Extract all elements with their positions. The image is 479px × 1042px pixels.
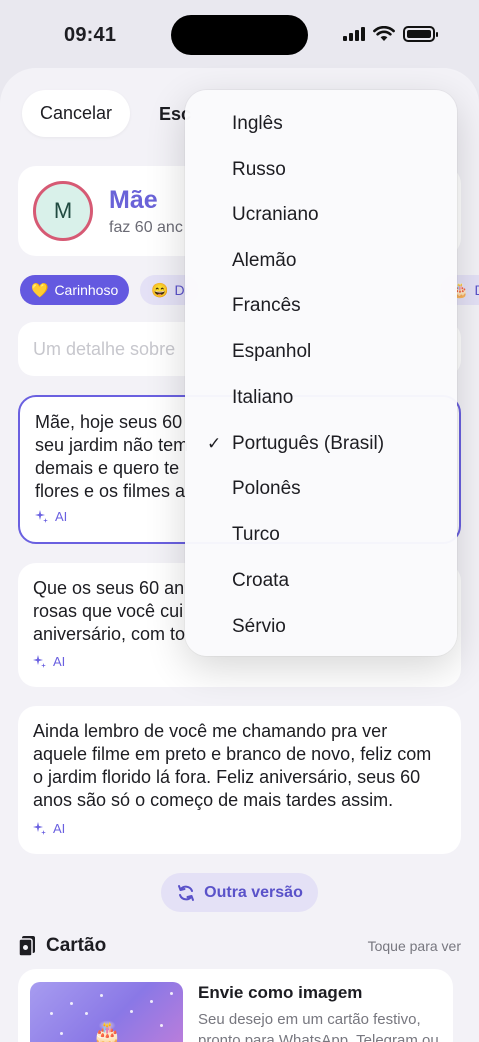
- recipient-subtitle: faz 60 anc: [109, 219, 183, 236]
- sparkle-icon: [33, 655, 46, 668]
- card-deck-icon: [18, 936, 35, 957]
- status-bar: 09:41: [0, 0, 479, 70]
- wish-text-line: anos são só o começo de mais tardes assi…: [33, 790, 394, 810]
- language-option[interactable]: Sérvio: [185, 604, 457, 650]
- sparkle-icon: [33, 822, 46, 835]
- card-section-title: Cartão: [46, 935, 107, 956]
- language-option-selected[interactable]: ✓ Português (Brasil): [185, 421, 457, 467]
- language-option[interactable]: Croata: [185, 558, 457, 604]
- status-time: 09:41: [64, 24, 117, 46]
- language-option[interactable]: Inglês: [185, 101, 457, 147]
- language-option[interactable]: Italiano: [185, 375, 457, 421]
- ai-badge-label: AI: [53, 821, 66, 836]
- ai-badge-label: AI: [53, 654, 66, 669]
- image-card-description: Seu desejo em um cartão festivo, pronto …: [198, 1011, 439, 1042]
- dynamic-island: [171, 15, 308, 55]
- language-option[interactable]: Alemão: [185, 238, 457, 284]
- wish-text-line: o jardim florido lá fora. Feliz aniversá…: [33, 767, 421, 787]
- ai-badge: AI: [35, 505, 67, 528]
- cake-icon: 🎂: [92, 1021, 122, 1042]
- image-card-title: Envie como imagem: [198, 983, 363, 1002]
- avatar: M: [33, 181, 93, 241]
- send-as-image-card[interactable]: 🎂 Envie como imagem Seu desejo em um car…: [18, 969, 453, 1042]
- ai-badge: AI: [33, 817, 65, 840]
- language-menu: Inglês Russo Ucraniano Alemão Francês Es…: [185, 90, 457, 656]
- recipient-name: Mãe: [109, 186, 158, 214]
- tone-chip-label: Carinhoso: [54, 282, 119, 298]
- card-section-hint: Toque para ver: [367, 938, 461, 954]
- language-option[interactable]: Russo: [185, 147, 457, 193]
- language-option[interactable]: Turco: [185, 512, 457, 558]
- tone-chip-carinhoso[interactable]: 💛 Carinhoso: [20, 275, 130, 305]
- battery-icon: [403, 26, 438, 42]
- cellular-signal-icon: [343, 27, 365, 41]
- language-option[interactable]: Polonês: [185, 466, 457, 512]
- other-version-label: Outra versão: [204, 883, 303, 901]
- refresh-icon: [178, 884, 195, 901]
- ai-badge-label: AI: [55, 509, 68, 524]
- wish-text-line: aquele filme em preto e branco de novo, …: [33, 744, 432, 764]
- status-icons: [343, 26, 438, 42]
- other-version-button[interactable]: Outra versão: [161, 873, 318, 912]
- tone-chip-label: D: [474, 282, 479, 298]
- wish-card[interactable]: Ainda lembro de você me chamando pra ver…: [18, 706, 461, 854]
- card-preview-image: 🎂: [30, 982, 183, 1042]
- wifi-icon: [373, 26, 395, 41]
- battery-level: [407, 30, 431, 38]
- language-option[interactable]: Espanhol: [185, 329, 457, 375]
- language-option[interactable]: Francês: [185, 283, 457, 329]
- ai-badge: AI: [33, 650, 65, 673]
- wish-text-line: Ainda lembro de você me chamando pra ver: [33, 721, 388, 741]
- language-option[interactable]: Ucraniano: [185, 192, 457, 238]
- cancel-button[interactable]: Cancelar: [22, 90, 130, 137]
- sparkle-icon: [35, 510, 48, 523]
- checkmark-icon: ✓: [207, 434, 222, 453]
- grinning-face-icon: 😄: [151, 281, 169, 298]
- yellow-heart-icon: 💛: [31, 281, 49, 298]
